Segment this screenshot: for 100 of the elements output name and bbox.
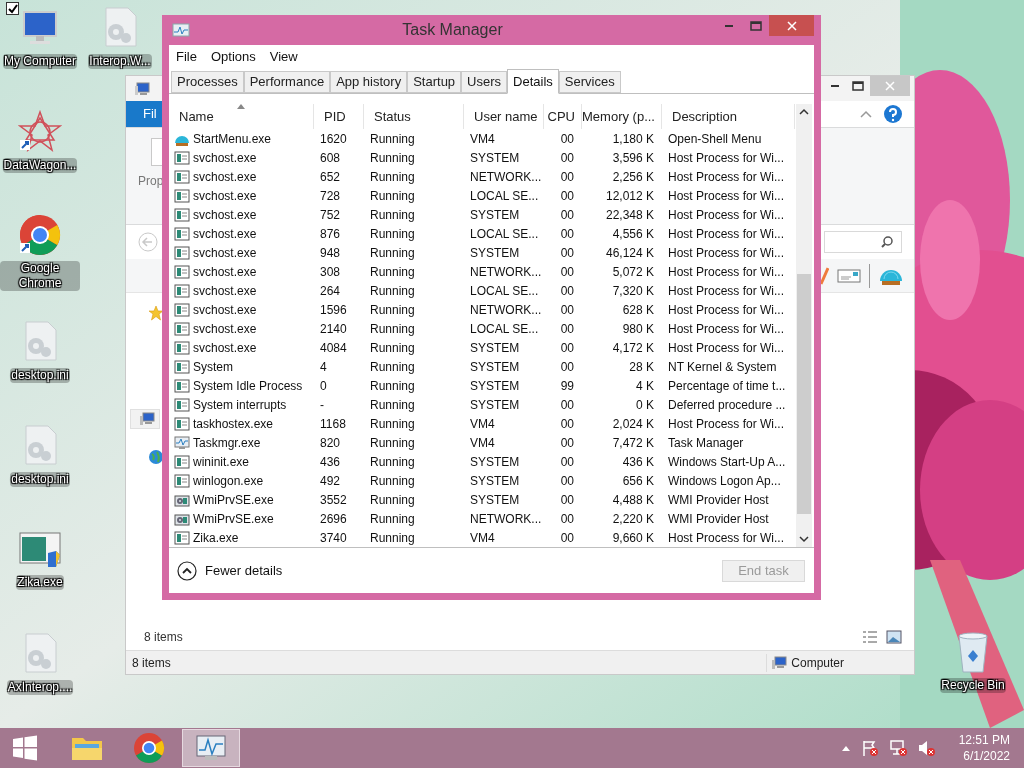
table-cell-text: 752 (319, 206, 342, 224)
table-cell-text: svchost.exe (193, 149, 257, 167)
column-header[interactable]: CPU (544, 104, 582, 129)
table-cell-text: Open-Shell Menu (667, 130, 763, 148)
close-button[interactable] (769, 15, 814, 36)
table-cell-text: 00 (559, 187, 575, 205)
computer-icon (139, 412, 155, 426)
network-icon[interactable] (888, 739, 907, 757)
window-icon (174, 301, 190, 318)
tab[interactable]: Users (461, 71, 508, 93)
column-header[interactable]: Name (169, 104, 314, 129)
clock-date[interactable]: 6/1/2022 (963, 748, 1010, 764)
tiles-view-icon[interactable] (886, 630, 902, 644)
table-cell-text: 728 (319, 187, 342, 205)
table-cell-text: WmiPrvSE.exe (193, 491, 274, 509)
volume-icon[interactable] (916, 739, 935, 757)
column-header[interactable]: User name (464, 104, 544, 129)
table-cell-text: 3552 (319, 491, 348, 509)
nav-item[interactable] (130, 409, 160, 429)
collapse-icon[interactable] (177, 560, 197, 581)
taskbar-app[interactable] (182, 729, 240, 767)
scrollbar[interactable] (796, 104, 812, 547)
help-icon[interactable] (884, 105, 902, 123)
table-cell-text: 4 K (635, 377, 655, 395)
tab[interactable]: Startup (407, 71, 462, 93)
star-shape-icon[interactable] (18, 110, 62, 154)
table-cell-text: Deferred procedure ... (667, 396, 787, 414)
monitor-icon (172, 23, 190, 37)
globe-icon[interactable] (148, 449, 164, 465)
window-icon (174, 263, 190, 280)
table-cell-text: Running (369, 434, 416, 452)
search-field[interactable] (824, 231, 902, 253)
window-icon (174, 244, 190, 261)
column-header[interactable]: PID (314, 104, 364, 129)
table-cell-text: Running (369, 168, 416, 186)
window-icon (174, 149, 190, 166)
table-cell-text: LOCAL SE... (469, 320, 540, 338)
fewer-details-link[interactable]: Fewer details (205, 560, 283, 581)
table-cell-text: Running (369, 358, 416, 376)
menu-item[interactable]: File (176, 46, 197, 67)
table-cell-text: Running (369, 472, 416, 490)
tab[interactable]: Details (507, 69, 559, 94)
table-cell-text: Running (369, 529, 416, 547)
table-cell-text: NETWORK... (469, 301, 543, 319)
menu-item[interactable]: Options (210, 46, 256, 67)
table-cell-text: Host Process for Wi... (667, 206, 786, 224)
scroll-thumb[interactable] (797, 273, 811, 514)
table-cell-text: 3740 (319, 529, 348, 547)
table-cell-text: 00 (559, 206, 575, 224)
table-cell-text: System (193, 358, 233, 376)
table-cell-text: wininit.exe (193, 453, 250, 471)
tab[interactable]: Processes (171, 71, 244, 93)
check-icon (7, 3, 18, 14)
table-cell-text: Running (369, 320, 416, 338)
table-cell-text: 2,024 K (611, 415, 655, 433)
table-cell-text: WmiPrvSE.exe (193, 510, 274, 528)
table-cell-text: 264 (319, 282, 342, 300)
column-header[interactable]: Status (364, 104, 464, 129)
table-cell-text: svchost.exe (193, 187, 257, 205)
tab[interactable]: App history (330, 71, 408, 93)
table-cell-text: Host Process for Wi... (667, 415, 786, 433)
table-cell-text: 2140 (319, 320, 348, 338)
table-cell-text: SYSTEM (469, 396, 521, 414)
table-cell-text: 492 (319, 472, 342, 490)
checkbox[interactable] (6, 2, 19, 15)
star-icon[interactable] (148, 305, 164, 321)
tab[interactable]: Services (558, 71, 621, 93)
table-cell-text: SYSTEM (469, 206, 521, 224)
table-cell-text: svchost.exe (193, 339, 257, 357)
table-cell-text: 5,072 K (611, 263, 655, 281)
details-view-icon[interactable] (862, 630, 878, 644)
tab[interactable]: Performance (243, 71, 331, 93)
clock-time[interactable]: 12:51 PM (958, 732, 1010, 748)
table-cell-text: svchost.exe (193, 244, 257, 262)
ribbon-tab[interactable]: Fil (126, 101, 162, 127)
table-cell-text: LOCAL SE... (469, 187, 540, 205)
table-cell-text: SYSTEM (469, 453, 521, 471)
show-hidden-icon[interactable] (840, 744, 851, 752)
table-cell-text: 7,320 K (611, 282, 655, 300)
table-cell-text: 980 K (621, 320, 655, 338)
table-cell-text: 436 (319, 453, 342, 471)
table-cell-text: 00 (559, 415, 575, 433)
table-cell-text: 00 (559, 358, 575, 376)
pencil-icon[interactable] (819, 265, 829, 286)
table-cell-text: SYSTEM (469, 358, 521, 376)
table-cell-text: VM4 (469, 434, 496, 452)
envelope-icon[interactable] (837, 267, 861, 284)
flag-icon[interactable] (860, 739, 879, 757)
table-cell-text: 0 (319, 377, 328, 395)
column-header[interactable]: Memory (p... (582, 104, 662, 129)
table-cell-text: Host Process for Wi... (667, 301, 786, 319)
minimize-icon (831, 85, 839, 87)
table-cell-text: svchost.exe (193, 282, 257, 300)
table-cell-text: Running (369, 263, 416, 281)
table-cell-text: svchost.exe (193, 320, 257, 338)
column-header[interactable]: Description (662, 104, 795, 129)
search-icon (881, 236, 893, 248)
menu-item[interactable]: View (269, 46, 298, 67)
chrome-icon[interactable] (18, 213, 62, 257)
table-cell-text: 00 (559, 149, 575, 167)
